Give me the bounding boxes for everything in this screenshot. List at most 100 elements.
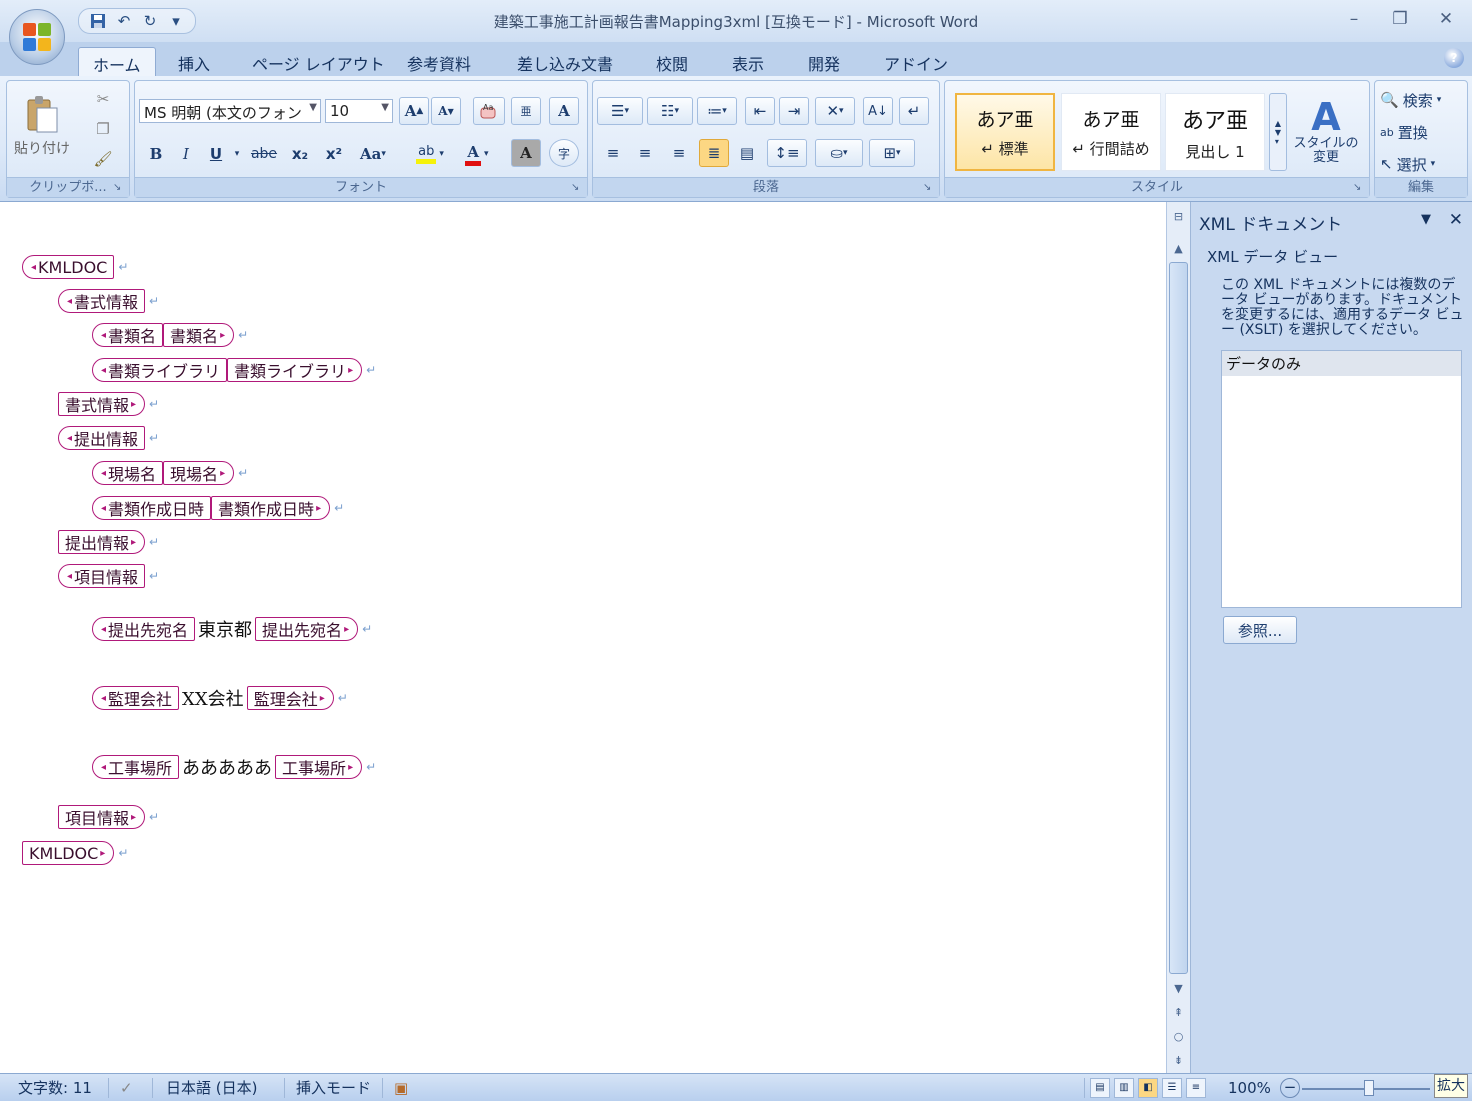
tab-review[interactable]: 校閲 <box>642 47 702 76</box>
xml-open-tag[interactable]: ◂ 項目情報 <box>58 564 146 588</box>
tab-page-layout[interactable]: ページ レイアウト <box>238 47 399 76</box>
style-normal[interactable]: あア亜 ↵ 標準 <box>955 93 1055 171</box>
phonetic-guide-icon[interactable]: 亜 <box>511 97 541 125</box>
zoom-level[interactable]: 100% <box>1228 1078 1271 1098</box>
xml-open-tag[interactable]: ◂ 書類作成日時 <box>92 496 212 520</box>
ruler-toggle-icon[interactable]: ⊟ <box>1169 206 1188 226</box>
proofing-icon[interactable]: ✓ <box>120 1078 133 1098</box>
bold-button[interactable]: B <box>143 141 169 167</box>
change-styles-button[interactable]: A スタイルの 変更 <box>1291 87 1361 175</box>
xml-open-tag[interactable]: ◂ 現場名 <box>92 461 164 485</box>
tab-home[interactable]: ホーム <box>78 47 156 76</box>
select-button[interactable]: ↖ 選択 ▾ <box>1379 151 1463 177</box>
xml-line[interactable]: ◂ 現場名 現場名 ▸ ↵ <box>92 460 248 486</box>
xml-line[interactable]: KMLDOC ▸ ↵ <box>22 840 128 866</box>
xml-line[interactable]: ◂ KMLDOC ↵ <box>22 254 128 280</box>
document-area[interactable]: ◂ KMLDOC ↵ ◂ 書式情報 ↵ ◂ 書類名 書類名 ▸ ↵ ◂ 書類ライブラリ 書類ライブラリ ▸ ↵… <box>0 202 1166 1073</box>
xml-line[interactable]: ◂ 工事場所 あああああ 工事場所 ▸ ↵ <box>92 754 376 780</box>
xml-open-tag[interactable]: ◂ KMLDOC <box>22 255 115 279</box>
format-painter-icon[interactable]: 🖌 <box>91 147 115 171</box>
line-spacing-icon[interactable]: ↕≡ <box>767 139 807 167</box>
clear-format-icon[interactable]: Aa <box>473 97 505 125</box>
align-right-icon[interactable]: ≡ <box>665 139 693 167</box>
shading-icon[interactable]: ⛀ ▾ <box>815 139 863 167</box>
previous-page-icon[interactable]: ⇞ <box>1169 1002 1188 1022</box>
xml-open-tag[interactable]: ◂ 監理会社 <box>92 686 180 710</box>
clipboard-launcher-icon[interactable]: ↘ <box>113 182 125 194</box>
close-button[interactable]: ✕ <box>1426 6 1466 32</box>
scroll-down-icon[interactable]: ▼ <box>1169 978 1188 998</box>
next-page-icon[interactable]: ⇟ <box>1169 1050 1188 1070</box>
xml-line[interactable]: 項目情報 ▸ ↵ <box>58 804 159 830</box>
increase-indent-icon[interactable]: ⇥ <box>779 97 809 125</box>
char-shading-button[interactable]: A <box>511 139 541 167</box>
bullets-icon[interactable]: ☰ ▾ <box>597 97 643 125</box>
tab-mailings[interactable]: 差し込み文書 <box>503 47 627 76</box>
tab-insert[interactable]: 挿入 <box>164 47 224 76</box>
tab-developer[interactable]: 開発 <box>794 47 854 76</box>
web-layout-icon[interactable]: ◧ <box>1138 1078 1158 1098</box>
pane-menu-icon[interactable]: ▼ <box>1421 212 1431 227</box>
list-item[interactable]: データのみ <box>1222 351 1461 376</box>
asian-layout-icon[interactable]: ✕ ▾ <box>815 97 855 125</box>
styles-launcher-icon[interactable]: ↘ <box>1353 182 1365 194</box>
change-case-button[interactable]: Aa ▾ <box>353 141 393 167</box>
print-layout-icon[interactable]: ▤ <box>1090 1078 1110 1098</box>
copy-icon[interactable]: ❐ <box>91 117 115 141</box>
data-view-list[interactable]: データのみ <box>1221 350 1462 608</box>
xml-close-tag[interactable]: 提出先宛名 ▸ <box>255 617 359 641</box>
xml-line[interactable]: ◂ 提出情報 ↵ <box>58 425 159 451</box>
xml-line[interactable]: ◂ 書類名 書類名 ▸ ↵ <box>92 322 248 348</box>
word-count[interactable]: 文字数: 11 <box>18 1078 92 1098</box>
language-indicator[interactable]: 日本語 (日本) <box>166 1078 257 1098</box>
font-name-combo[interactable]: MS 明朝 (本文のフォン ▼ <box>139 99 321 123</box>
full-screen-reading-icon[interactable]: ▥ <box>1114 1078 1134 1098</box>
minimize-button[interactable]: – <box>1334 6 1374 32</box>
xml-open-tag[interactable]: ◂ 書式情報 <box>58 289 146 313</box>
xml-close-tag[interactable]: 工事場所 ▸ <box>275 755 363 779</box>
browse-button[interactable]: 参照... <box>1223 616 1297 644</box>
outline-icon[interactable]: ☰ <box>1162 1078 1182 1098</box>
xml-close-tag[interactable]: KMLDOC ▸ <box>22 841 115 865</box>
close-icon[interactable]: ✕ <box>1449 210 1463 230</box>
xml-line[interactable]: 提出情報 ▸ ↵ <box>58 529 159 555</box>
align-center-icon[interactable]: ≡ <box>631 139 659 167</box>
style-no-spacing[interactable]: あア亜 ↵ 行間詰め <box>1061 93 1161 171</box>
xml-close-tag[interactable]: 書類名 ▸ <box>163 323 235 347</box>
xml-open-tag[interactable]: ◂ 提出先宛名 <box>92 617 196 641</box>
zoom-slider-thumb[interactable] <box>1364 1080 1374 1096</box>
xml-close-tag[interactable]: 項目情報 ▸ <box>58 805 146 829</box>
xml-close-tag[interactable]: 現場名 ▸ <box>163 461 235 485</box>
xml-content[interactable]: あああああ <box>179 754 275 780</box>
paste-button[interactable]: 貼り付け <box>13 87 71 165</box>
char-border-icon[interactable]: A <box>549 97 579 125</box>
justify-icon[interactable]: ≣ <box>699 139 729 167</box>
shrink-font-button[interactable]: A ▼ <box>431 97 461 125</box>
paragraph-launcher-icon[interactable]: ↘ <box>923 182 935 194</box>
xml-close-tag[interactable]: 書類ライブラリ ▸ <box>227 358 363 382</box>
xml-line[interactable]: ◂ 提出先宛名 東京都 提出先宛名 ▸ ↵ <box>92 616 372 642</box>
scroll-up-icon[interactable]: ▲ <box>1169 238 1188 258</box>
xml-line[interactable]: ◂ 書類ライブラリ 書類ライブラリ ▸ ↵ <box>92 357 376 383</box>
font-launcher-icon[interactable]: ↘ <box>571 182 583 194</box>
font-color-button[interactable]: A ▾ <box>457 139 497 169</box>
superscript-button[interactable]: x² <box>319 141 349 167</box>
xml-close-tag[interactable]: 書類作成日時 ▸ <box>211 496 331 520</box>
highlight-button[interactable]: ab ▾ <box>405 139 455 169</box>
replace-button[interactable]: ab 置換 <box>1379 119 1463 145</box>
insert-mode-indicator[interactable]: 挿入モード <box>296 1078 371 1098</box>
xml-line[interactable]: ◂ 監理会社 XX会社 監理会社 ▸ ↵ <box>92 685 348 711</box>
xml-line[interactable]: ◂ 書類作成日時 書類作成日時 ▸ ↵ <box>92 495 344 521</box>
show-marks-icon[interactable]: ↵ <box>899 97 929 125</box>
zoom-out-icon[interactable]: − <box>1280 1078 1300 1098</box>
xml-close-tag[interactable]: 監理会社 ▸ <box>246 686 334 710</box>
xml-close-tag[interactable]: 書式情報 ▸ <box>58 392 146 416</box>
grow-font-button[interactable]: A ▲ <box>399 97 429 125</box>
sort-icon[interactable]: A↓ <box>863 97 893 125</box>
xml-line[interactable]: ◂ 書式情報 ↵ <box>58 288 159 314</box>
xml-line[interactable]: ◂ 項目情報 ↵ <box>58 563 159 589</box>
font-size-combo[interactable]: 10 ▼ <box>325 99 393 123</box>
browse-object-icon[interactable]: ○ <box>1169 1026 1188 1046</box>
borders-icon[interactable]: ⊞ ▾ <box>869 139 915 167</box>
draft-icon[interactable]: ≡ <box>1186 1078 1206 1098</box>
